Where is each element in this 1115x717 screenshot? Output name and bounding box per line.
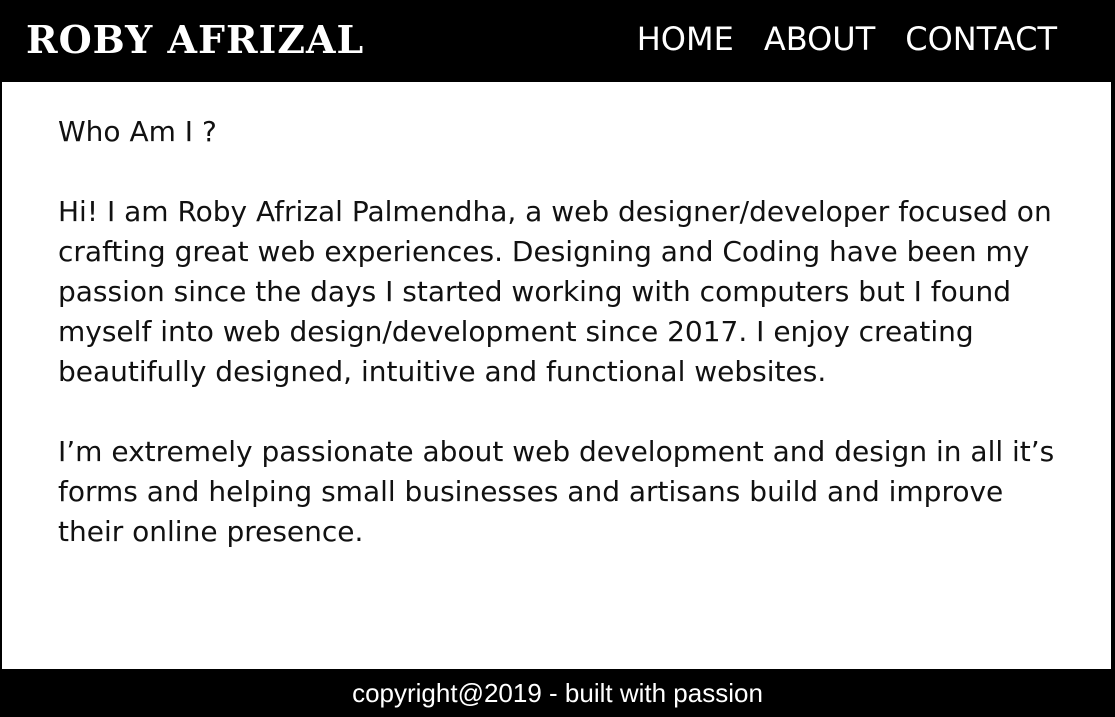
nav-link-home[interactable]: HOME <box>637 18 734 60</box>
main-nav: HOME ABOUT CONTACT <box>637 18 1057 60</box>
site-header: ROBY AFRIZAL HOME ABOUT CONTACT <box>0 0 1115 82</box>
passion-paragraph: I’m extremely passionate about web devel… <box>58 435 1055 548</box>
section-heading: Who Am I ? <box>58 115 217 148</box>
main-content: Who Am I ? Hi! I am Roby Afrizal Palmend… <box>2 82 1111 669</box>
nav-link-about[interactable]: ABOUT <box>764 18 875 60</box>
site-logo[interactable]: ROBY AFRIZAL <box>26 16 364 64</box>
copyright-text: copyright@2019 - built with passion <box>352 678 763 708</box>
site-footer: copyright@2019 - built with passion <box>0 670 1115 717</box>
page: ROBY AFRIZAL HOME ABOUT CONTACT Who Am I… <box>0 0 1115 717</box>
intro-paragraph: Hi! I am Roby Afrizal Palmendha, a web d… <box>58 195 1052 388</box>
nav-link-contact[interactable]: CONTACT <box>905 18 1057 60</box>
